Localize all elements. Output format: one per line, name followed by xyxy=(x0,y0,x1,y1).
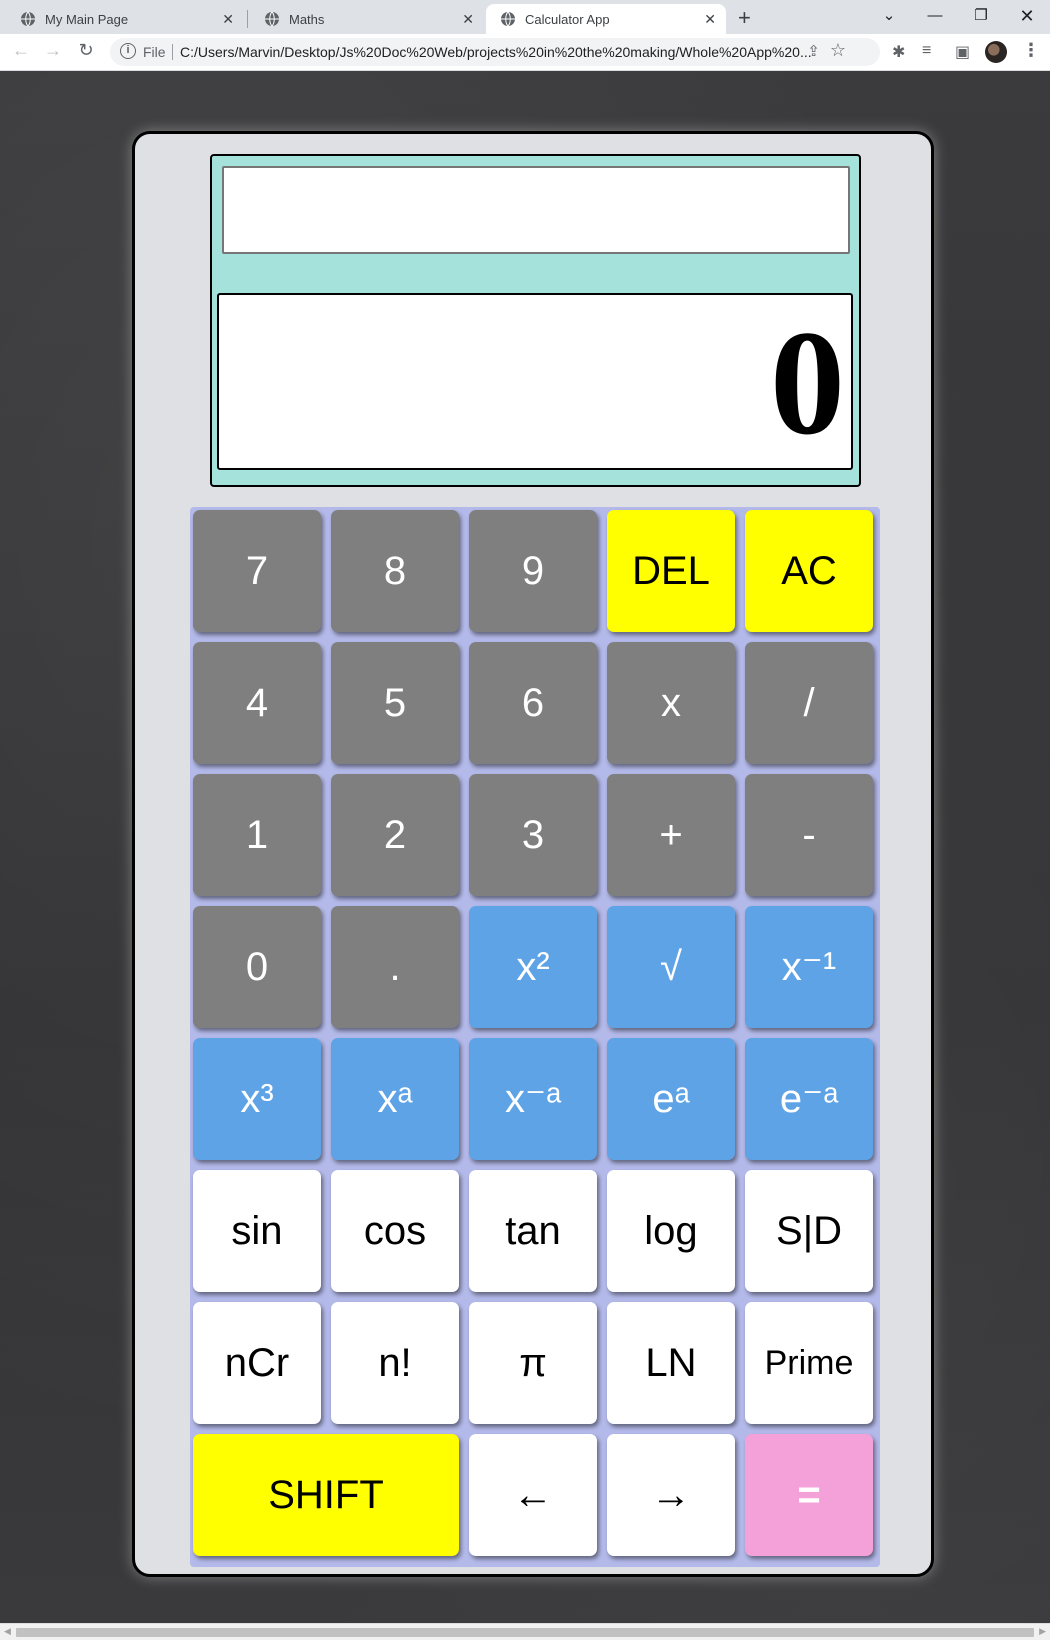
globe-icon xyxy=(21,11,35,27)
pi-button[interactable]: π xyxy=(469,1302,597,1424)
all-clear-button[interactable]: AC xyxy=(745,510,873,632)
minimize-icon[interactable]: — xyxy=(912,2,958,30)
page-background: 0 7 8 9 DEL AC 4 5 6 x / 1 2 3 + - 0 . x… xyxy=(0,71,1050,1623)
negative-power-button[interactable]: x⁻ᵃ xyxy=(469,1038,597,1160)
ncr-button[interactable]: nCr xyxy=(193,1302,321,1424)
power-button[interactable]: xᵃ xyxy=(331,1038,459,1160)
globe-icon xyxy=(501,11,515,27)
address-url[interactable]: C:/Users/Marvin/Desktop/Js%20Doc%20Web/p… xyxy=(180,44,820,60)
tab-divider xyxy=(247,10,248,28)
side-panel-icon[interactable]: ▣ xyxy=(955,42,970,62)
square-button[interactable]: x² xyxy=(469,906,597,1028)
profile-avatar[interactable] xyxy=(985,41,1007,63)
inverse-button[interactable]: x⁻¹ xyxy=(745,906,873,1028)
calculator-screen: 0 xyxy=(210,154,861,487)
cos-button[interactable]: cos xyxy=(331,1170,459,1292)
square-root-button[interactable]: √ xyxy=(607,906,735,1028)
log-button[interactable]: log xyxy=(607,1170,735,1292)
close-tab-icon[interactable]: ✕ xyxy=(222,11,234,28)
reading-list-icon[interactable]: ≡ xyxy=(922,42,931,60)
calculator: 0 7 8 9 DEL AC 4 5 6 x / 1 2 3 + - 0 . x… xyxy=(132,131,934,1577)
equals-button[interactable]: = xyxy=(745,1434,873,1556)
tab-strip: My Main Page ✕ Maths ✕ Calculator App ✕ … xyxy=(0,0,1050,34)
back-arrow-icon[interactable]: ← xyxy=(9,40,33,61)
tab-my-main-page[interactable]: My Main Page ✕ xyxy=(6,4,244,34)
tab-search-chevron-icon[interactable]: ⌄ xyxy=(866,2,912,30)
globe-icon xyxy=(265,11,279,27)
cube-button[interactable]: x³ xyxy=(193,1038,321,1160)
tab-calculator-app[interactable]: Calculator App ✕ xyxy=(486,4,726,34)
sin-button[interactable]: sin xyxy=(193,1170,321,1292)
close-window-icon[interactable]: ✕ xyxy=(1004,2,1050,30)
share-icon[interactable]: ⇪ xyxy=(807,42,820,60)
key-4[interactable]: 4 xyxy=(193,642,321,764)
scrollbar-thumb[interactable] xyxy=(16,1628,1034,1637)
keypad: 7 8 9 DEL AC 4 5 6 x / 1 2 3 + - 0 . x² … xyxy=(190,507,880,1567)
address-scheme-label: File xyxy=(143,44,166,60)
horizontal-scrollbar[interactable]: ◀ ▶ xyxy=(0,1623,1050,1640)
scroll-left-icon[interactable]: ◀ xyxy=(4,1626,11,1637)
new-tab-icon[interactable]: + xyxy=(738,5,751,31)
key-1[interactable]: 1 xyxy=(193,774,321,896)
key-2[interactable]: 2 xyxy=(331,774,459,896)
browser-toolbar: ← → ↻ i File C:/Users/Marvin/Desktop/Js%… xyxy=(0,34,1050,71)
forward-arrow-icon[interactable]: → xyxy=(41,40,65,61)
scroll-right-icon[interactable]: ▶ xyxy=(1039,1626,1046,1637)
info-icon[interactable]: i xyxy=(120,43,136,59)
delete-button[interactable]: DEL xyxy=(607,510,735,632)
ln-button[interactable]: LN xyxy=(607,1302,735,1424)
key-5[interactable]: 5 xyxy=(331,642,459,764)
address-bar[interactable]: i File C:/Users/Marvin/Desktop/Js%20Doc%… xyxy=(110,38,880,66)
result-display: 0 xyxy=(217,293,853,470)
multiply-button[interactable]: x xyxy=(607,642,735,764)
key-8[interactable]: 8 xyxy=(331,510,459,632)
s-d-toggle-button[interactable]: S|D xyxy=(745,1170,873,1292)
close-tab-icon[interactable]: ✕ xyxy=(462,11,474,28)
key-6[interactable]: 6 xyxy=(469,642,597,764)
prime-button[interactable]: Prime xyxy=(745,1302,873,1424)
tab-title: My Main Page xyxy=(45,11,129,27)
more-menu-icon[interactable]: ⋮ xyxy=(1022,40,1040,61)
plus-button[interactable]: + xyxy=(607,774,735,896)
left-arrow-button[interactable]: ← xyxy=(469,1434,597,1556)
restore-icon[interactable]: ❐ xyxy=(958,2,1004,30)
decimal-button[interactable]: . xyxy=(331,906,459,1028)
exponential-button[interactable]: eᵃ xyxy=(607,1038,735,1160)
factorial-button[interactable]: n! xyxy=(331,1302,459,1424)
tab-title: Calculator App xyxy=(525,11,610,27)
key-7[interactable]: 7 xyxy=(193,510,321,632)
reload-icon[interactable]: ↻ xyxy=(74,40,98,61)
extensions-icon[interactable]: ✱ xyxy=(892,42,905,62)
bookmark-star-icon[interactable]: ☆ xyxy=(830,40,846,61)
tan-button[interactable]: tan xyxy=(469,1170,597,1292)
key-9[interactable]: 9 xyxy=(469,510,597,632)
divide-button[interactable]: / xyxy=(745,642,873,764)
key-0[interactable]: 0 xyxy=(193,906,321,1028)
tab-title: Maths xyxy=(289,11,325,27)
negative-exponential-button[interactable]: e⁻ᵃ xyxy=(745,1038,873,1160)
address-divider xyxy=(172,44,173,60)
key-3[interactable]: 3 xyxy=(469,774,597,896)
close-tab-icon[interactable]: ✕ xyxy=(704,11,716,28)
shift-button[interactable]: SHIFT xyxy=(193,1434,459,1556)
expression-input[interactable] xyxy=(222,166,850,254)
tab-maths[interactable]: Maths ✕ xyxy=(250,4,484,34)
right-arrow-button[interactable]: → xyxy=(607,1434,735,1556)
minus-button[interactable]: - xyxy=(745,774,873,896)
